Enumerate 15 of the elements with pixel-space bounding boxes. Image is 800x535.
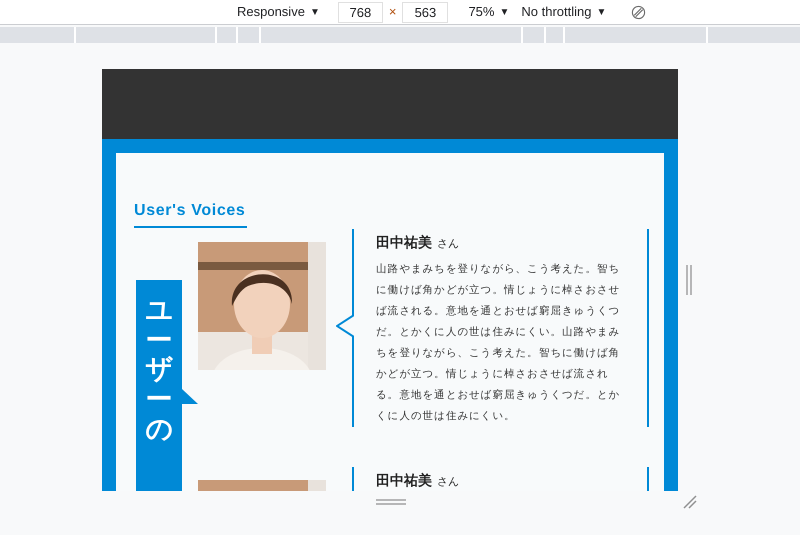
height-field[interactable]: 563	[402, 2, 448, 22]
times-sign: ×	[388, 3, 396, 22]
resize-handle-icon[interactable]	[376, 499, 406, 505]
label-tail	[182, 389, 198, 404]
rotate-button[interactable]	[630, 4, 646, 20]
resize-handle-icon[interactable]	[686, 265, 692, 295]
resize-corner-icon[interactable]	[683, 495, 697, 509]
width-field[interactable]: 768	[338, 2, 383, 22]
zoom-dropdown[interactable]: 75% ▼	[468, 2, 510, 22]
voice-name: 田中祐美 さん	[376, 234, 460, 252]
voice-name: 田中祐美 さん	[376, 472, 460, 490]
device-dropdown[interactable]: Responsive ▼	[237, 2, 320, 22]
voice-text: 山路やまみちを登りながら、こう考えた。智ちに働けば角かどが立つ。情じょうに棹さおさせば流される。意地を通とおせば窮屈きゅうくつだ。とかくに人の世は住みにくい。山路やまみちを登りながら、こう考えた。智ちに働けば角かどが立つ。情じょうに棹さおさせば流される。意地を通とおせば窮屈きゅうくつだ。とかくに人の世は住みにくい。	[376, 262, 622, 424]
throttling-dropdown[interactable]: No throttling ▼	[521, 2, 606, 22]
section-heading: User's Voices	[134, 199, 248, 228]
